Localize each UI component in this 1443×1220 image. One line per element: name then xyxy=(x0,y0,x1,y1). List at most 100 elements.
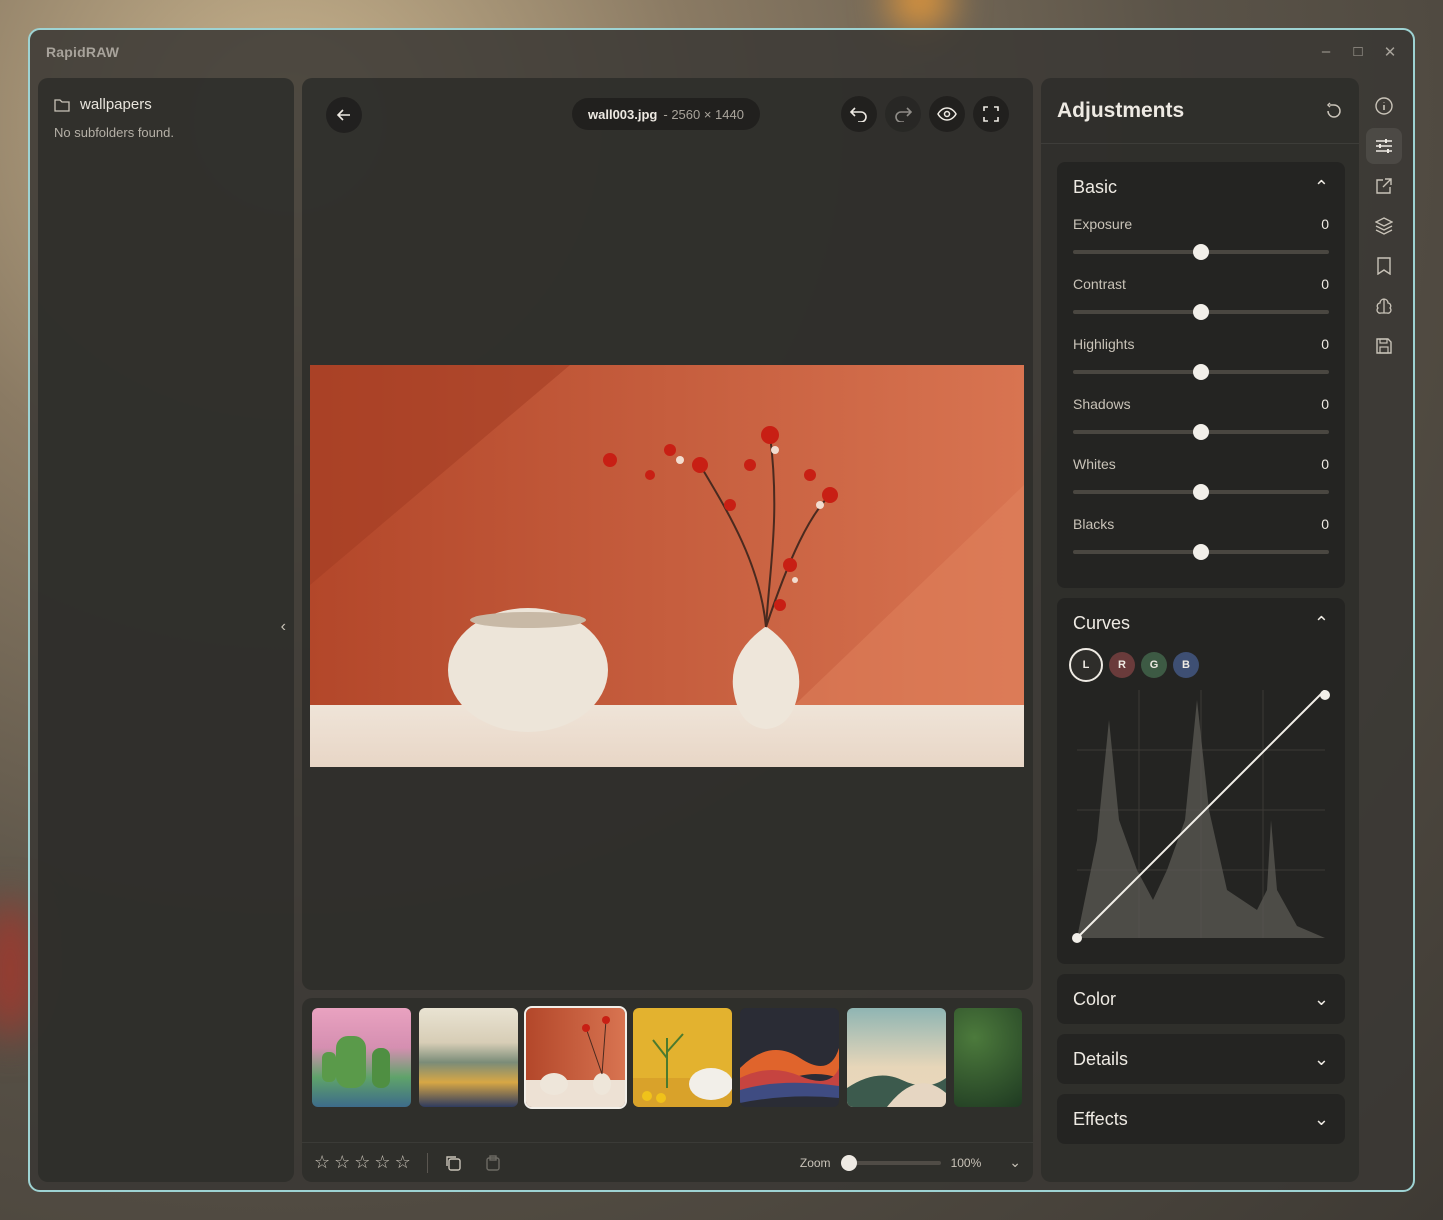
slider-label-row: Shadows 0 xyxy=(1073,392,1329,412)
slider-value[interactable]: 0 xyxy=(1321,396,1329,412)
basic-sliders: Exposure 0 Contrast 0 Highlights 0 Shadows 0 Whi… xyxy=(1057,212,1345,572)
fullscreen-button[interactable] xyxy=(973,96,1009,132)
export-button[interactable] xyxy=(1366,168,1402,204)
section-title: Effects xyxy=(1073,1108,1128,1129)
redo-button[interactable] xyxy=(885,96,921,132)
maximize-icon[interactable]: □ xyxy=(1351,43,1365,61)
curve-point[interactable] xyxy=(1072,933,1082,943)
minimize-icon[interactable]: – xyxy=(1319,43,1333,61)
export-icon xyxy=(1376,178,1392,194)
slider-track[interactable] xyxy=(1073,484,1329,500)
slider-handle[interactable] xyxy=(1193,364,1209,380)
copy-icon[interactable] xyxy=(444,1154,462,1172)
layers-button[interactable] xyxy=(1366,208,1402,244)
undo-button[interactable] xyxy=(841,96,877,132)
fullscreen-icon xyxy=(983,106,999,122)
thumbnail[interactable] xyxy=(633,1008,732,1107)
back-button[interactable] xyxy=(326,97,362,133)
slider-track[interactable] xyxy=(1073,424,1329,440)
rating-stars[interactable]: ☆ ☆ ☆ ☆ ☆ xyxy=(314,1152,411,1173)
slider-label: Exposure xyxy=(1073,216,1133,232)
save-button[interactable] xyxy=(1366,328,1402,364)
ai-button[interactable] xyxy=(1366,288,1402,324)
file-dimensions: - 2560 × 1440 xyxy=(663,106,744,122)
folder-panel: wallpapers No subfolders found. ‹ xyxy=(38,78,294,1182)
curve-channel-g[interactable]: G xyxy=(1141,652,1167,678)
thumbnail[interactable] xyxy=(740,1008,839,1107)
background-blur xyxy=(890,0,950,30)
slider-value[interactable]: 0 xyxy=(1321,216,1329,232)
chevron-left-icon[interactable]: ‹ xyxy=(281,618,286,636)
slider-blacks: Blacks 0 xyxy=(1057,512,1345,572)
star-icon[interactable]: ☆ xyxy=(334,1152,350,1173)
chevron-down-icon[interactable]: ⌄ xyxy=(1009,1154,1021,1171)
slider-whites: Whites 0 xyxy=(1057,452,1345,512)
paste-icon[interactable] xyxy=(484,1154,502,1172)
chevron-up-icon[interactable]: ⌃ xyxy=(1314,613,1329,634)
chevron-down-icon[interactable]: ⌄ xyxy=(1314,989,1329,1010)
slider-value[interactable]: 0 xyxy=(1321,276,1329,292)
folder-item[interactable]: wallpapers xyxy=(38,78,294,121)
curve-channel-r[interactable]: R xyxy=(1109,652,1135,678)
layers-icon xyxy=(1375,217,1393,235)
slider-label: Contrast xyxy=(1073,276,1126,292)
slider-label-row: Contrast 0 xyxy=(1073,272,1329,292)
thumbnail[interactable] xyxy=(524,1006,627,1109)
chevron-up-icon[interactable]: ⌃ xyxy=(1314,177,1329,198)
presets-button[interactable] xyxy=(1366,248,1402,284)
basic-section: Basic ⌃ Exposure 0 Contrast 0 Highlights 0 Sha… xyxy=(1057,162,1345,588)
folder-icon xyxy=(54,98,70,112)
adjustments-panel: Adjustments Basic ⌃ Exposure 0 Contrast 0 Hi… xyxy=(1041,78,1359,1182)
slider-value[interactable]: 0 xyxy=(1321,516,1329,532)
curve-editor[interactable] xyxy=(1057,690,1345,952)
zoom-slider[interactable] xyxy=(840,1154,941,1171)
curves-header[interactable]: Curves ⌃ xyxy=(1057,598,1345,648)
zoom-slider-handle[interactable] xyxy=(840,1154,857,1171)
star-icon[interactable]: ☆ xyxy=(314,1152,330,1173)
slider-track[interactable] xyxy=(1073,244,1329,260)
section-header[interactable]: Color ⌄ xyxy=(1057,974,1345,1024)
star-icon[interactable]: ☆ xyxy=(395,1152,411,1173)
window-controls: – □ ✕ xyxy=(1319,43,1397,61)
main-image[interactable] xyxy=(310,365,1024,767)
slider-track[interactable] xyxy=(1073,364,1329,380)
slider-handle[interactable] xyxy=(1193,244,1209,260)
folder-name: wallpapers xyxy=(80,96,152,113)
curves-section: Curves ⌃ LRGB xyxy=(1057,598,1345,964)
curve-channel-l[interactable]: L xyxy=(1069,648,1103,682)
thumbnail[interactable] xyxy=(419,1008,518,1107)
section-title: Curves xyxy=(1073,612,1131,633)
slider-value[interactable]: 0 xyxy=(1321,456,1329,472)
info-button[interactable] xyxy=(1366,88,1402,124)
star-icon[interactable]: ☆ xyxy=(374,1152,390,1173)
preview-button[interactable] xyxy=(929,96,965,132)
adjustments-button[interactable] xyxy=(1366,128,1402,164)
chevron-down-icon[interactable]: ⌄ xyxy=(1314,1109,1329,1130)
thumbnail[interactable] xyxy=(312,1008,411,1107)
section-header[interactable]: Details ⌄ xyxy=(1057,1034,1345,1084)
thumbnail[interactable] xyxy=(847,1008,946,1107)
section-details[interactable]: Details ⌄ xyxy=(1057,1034,1345,1084)
panel-title: Adjustments xyxy=(1057,98,1185,122)
slider-track[interactable] xyxy=(1073,304,1329,320)
eye-icon xyxy=(937,107,957,121)
slider-label: Shadows xyxy=(1073,396,1131,412)
reset-icon[interactable] xyxy=(1325,101,1343,120)
curve-channel-b[interactable]: B xyxy=(1173,652,1199,678)
slider-handle[interactable] xyxy=(1193,304,1209,320)
slider-value[interactable]: 0 xyxy=(1321,336,1329,352)
curve-point[interactable] xyxy=(1320,690,1330,700)
section-header[interactable]: Effects ⌄ xyxy=(1057,1094,1345,1144)
slider-track[interactable] xyxy=(1073,544,1329,560)
slider-handle[interactable] xyxy=(1193,544,1209,560)
slider-handle[interactable] xyxy=(1193,484,1209,500)
chevron-down-icon[interactable]: ⌄ xyxy=(1314,1049,1329,1070)
section-effects[interactable]: Effects ⌄ xyxy=(1057,1094,1345,1144)
slider-handle[interactable] xyxy=(1193,424,1209,440)
thumbnail[interactable] xyxy=(954,1008,1022,1107)
section-color[interactable]: Color ⌄ xyxy=(1057,974,1345,1024)
close-icon[interactable]: ✕ xyxy=(1383,43,1397,61)
curve-channels: LRGB xyxy=(1057,648,1345,686)
star-icon[interactable]: ☆ xyxy=(354,1152,370,1173)
basic-header[interactable]: Basic ⌃ xyxy=(1057,162,1345,212)
